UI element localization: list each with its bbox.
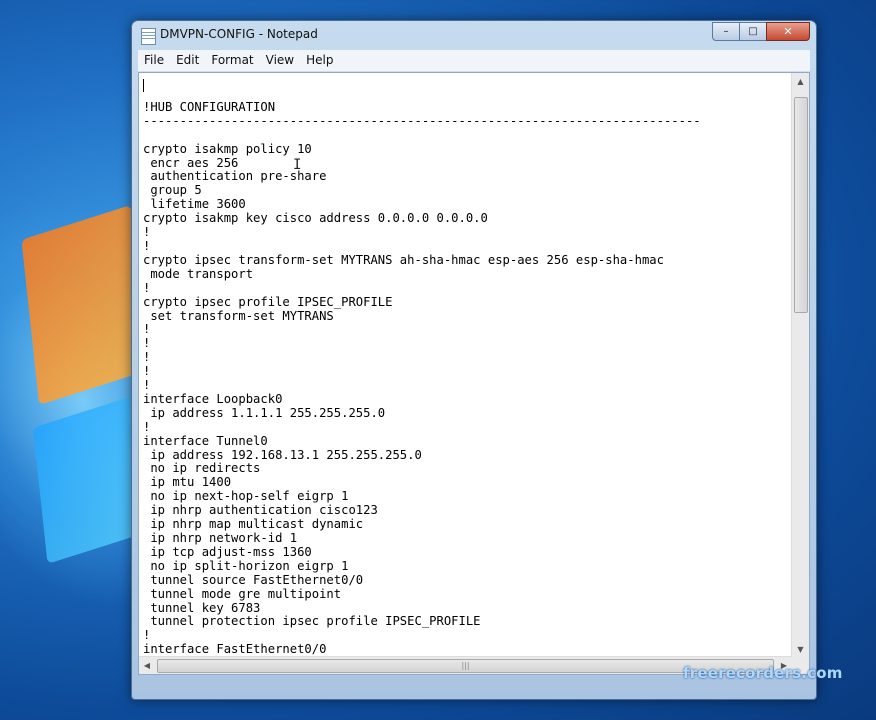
- scroll-down-button[interactable]: ▼: [792, 641, 809, 657]
- menu-bar: File Edit Format View Help: [138, 50, 810, 72]
- window-controls: – □ ✕: [712, 22, 810, 41]
- menu-help[interactable]: Help: [300, 50, 339, 71]
- maximize-button[interactable]: □: [739, 22, 767, 41]
- minimize-button[interactable]: –: [712, 22, 740, 41]
- scroll-left-button[interactable]: ◀: [139, 657, 155, 674]
- scroll-up-button[interactable]: ▲: [792, 73, 809, 89]
- menu-edit[interactable]: Edit: [170, 50, 205, 71]
- vertical-scrollbar[interactable]: ▲ ▼: [791, 73, 809, 657]
- menu-file[interactable]: File: [138, 50, 170, 71]
- title-bar[interactable]: DMVPN-CONFIG - Notepad – □ ✕: [132, 21, 816, 49]
- menu-format[interactable]: Format: [205, 50, 259, 71]
- vertical-scroll-thumb[interactable]: [794, 97, 808, 313]
- window-title: DMVPN-CONFIG - Notepad: [160, 27, 318, 41]
- watermark-text: freerecorders.com: [683, 664, 843, 682]
- wallpaper-flag-orange: [21, 204, 149, 406]
- menu-view[interactable]: View: [260, 50, 300, 71]
- ibeam-cursor-icon: I: [293, 157, 302, 173]
- close-button[interactable]: ✕: [766, 22, 810, 41]
- horizontal-scroll-thumb[interactable]: |||: [157, 659, 774, 673]
- notepad-icon[interactable]: [141, 28, 156, 45]
- editor-text[interactable]: !HUB CONFIGURATION ---------------------…: [143, 87, 785, 656]
- notepad-window[interactable]: DMVPN-CONFIG - Notepad – □ ✕ File Edit F…: [131, 20, 817, 700]
- text-editor[interactable]: !HUB CONFIGURATION ---------------------…: [138, 72, 810, 675]
